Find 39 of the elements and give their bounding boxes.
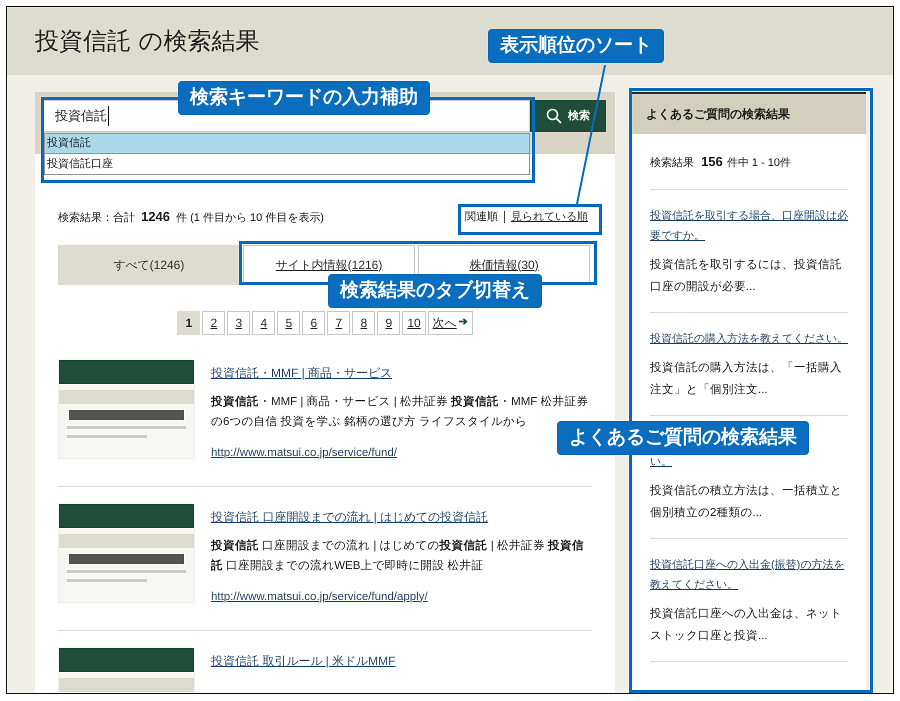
faq-summary: 検索結果 156 件中 1 - 10件 [650,152,848,190]
next-page-link[interactable]: 次へ ➔ [428,310,473,334]
faq-answer-snippet: 投資信託の積立方法は、一括積立と個別積立の2種類の... [650,483,843,520]
suggestion-item[interactable]: 投資信託 [45,134,529,154]
annotation-tooltip: 検索結果のタブ切替え [328,274,542,308]
arrow-icon: ➔ [458,314,468,331]
annotation-tooltip: 表示順位のソート [488,29,664,63]
search-icon [546,108,562,124]
faq-question-link[interactable]: 投資信託の購入方法を教えてください。 [650,328,848,348]
page-link[interactable]: 10 [402,310,426,334]
result-title-link[interactable]: 投資信託 口座開設までの流れ | はじめての投資信託 [211,508,488,526]
page-link[interactable]: 2 [202,310,226,334]
result-title-link[interactable]: 投資信託 取引ルール | 米ドルMMF [211,652,396,670]
sort-link[interactable]: 関連順 [465,208,498,225]
sort-link[interactable]: 見られている順 [511,208,588,225]
result-snippet: 投資信託 口座開設までの流れ | はじめての投資信託 | 松井証券 投資信託 口座開設までの流れWEB上で即時に開設 松井証 [211,538,586,574]
annotation-tooltip: 検索キーワードの入力補助 [178,81,430,115]
page-link[interactable]: 7 [327,310,350,334]
page-link[interactable]: 5 [277,310,300,334]
faq-answer-snippet: 投資信託口座への入出金は、ネットストック口座と投資... [650,606,843,644]
page-link[interactable]: 9 [377,310,400,334]
page-link[interactable]: 6 [302,310,326,334]
page-link[interactable]: 8 [352,310,376,334]
search-button[interactable]: 検索 [530,100,606,132]
annotation-tooltip: よくあるご質問の検索結果 [557,421,809,455]
faq-heading: よくあるご質問の検索結果 [632,92,866,134]
faq-question-link[interactable]: 投資信託を取引する場合、口座開設は必要ですか。 [650,206,848,246]
faq-answer-snippet: 投資信託を取引するには、投資信託口座の開設が必要... [650,258,843,294]
result-url-link[interactable]: http://www.matsui.co.jp/service/fund/ [211,444,397,462]
page-link[interactable]: 4 [252,310,276,334]
page-link[interactable]: 1 [177,310,200,334]
page-title: 投資信託 の検索結果 [35,26,260,57]
result-title-link[interactable]: 投資信託・MMF | 商品・サービス [211,364,392,382]
result-summary: 検索結果：合計 1246 件 (1 件目から 10 件目を表示) [58,208,324,226]
result-url-link[interactable]: http://www.matsui.co.jp/service/fund/apply/ [211,588,428,606]
faq-question-link[interactable]: 投資信託口座への入出金(振替)の方法を教えてください。 [650,554,848,594]
page-link[interactable]: 3 [227,310,250,334]
faq-answer-snippet: 投資信託の購入方法は、「一括購入注文」と「個別注文... [650,360,843,398]
result-tab[interactable]: すべて(1246) [58,244,240,284]
